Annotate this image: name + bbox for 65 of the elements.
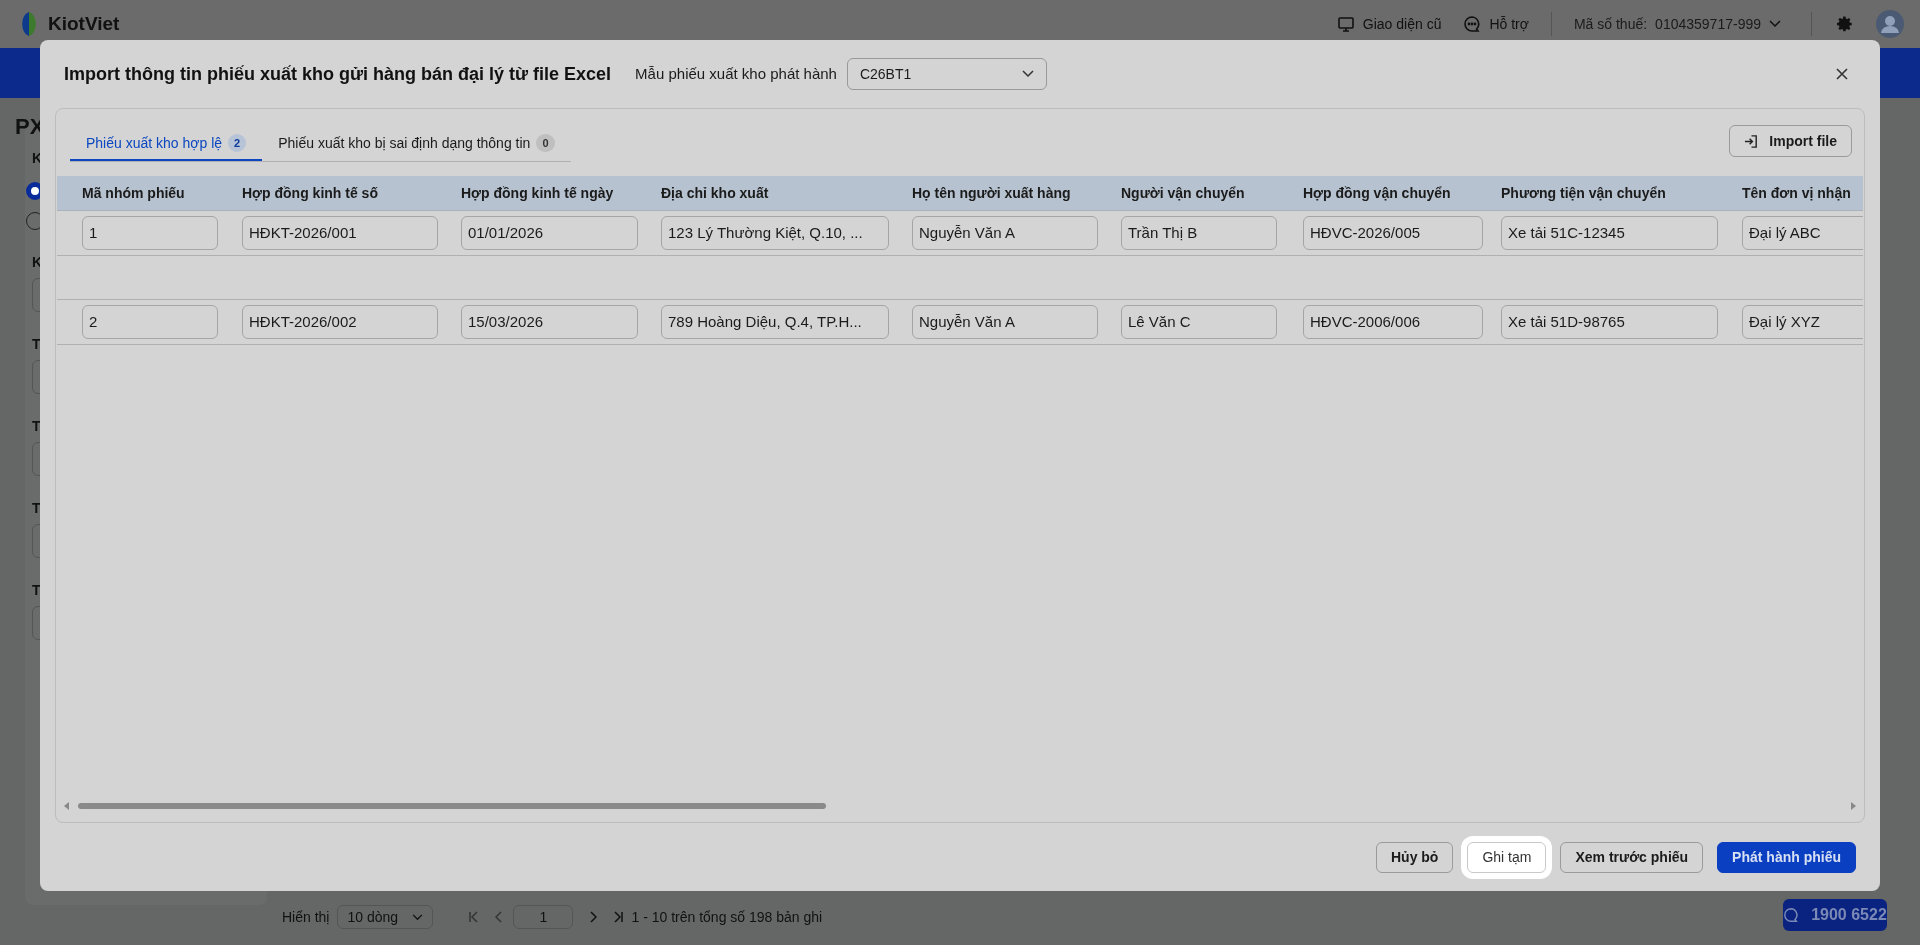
chat-icon [1463, 15, 1482, 33]
column-header: Phương tiện vận chuyển [1501, 185, 1666, 201]
settings-icon[interactable] [1836, 15, 1854, 33]
table-input[interactable]: HĐKT-2026/001 [242, 216, 438, 250]
table-input[interactable]: HĐKT-2026/002 [242, 305, 438, 339]
chevron-icon [1769, 20, 1781, 28]
table-input[interactable]: HĐVC-2006/006 [1303, 305, 1483, 339]
table-input[interactable]: Xe tải 51D-98765 [1501, 305, 1718, 339]
table-input[interactable]: 1 [82, 216, 218, 250]
scroll-left-icon[interactable] [64, 802, 70, 810]
column-header: Tên đơn vị nhận [1742, 185, 1851, 201]
show-label: Hiển thị [282, 907, 330, 927]
template-label: Mẫu phiếu xuất kho phát hành [635, 63, 837, 84]
template-select[interactable]: C26BT1 [846, 58, 1047, 90]
table-input[interactable]: HĐVC-2026/005 [1303, 216, 1483, 250]
top-link[interactable]: Hỗ trợ [1463, 13, 1529, 35]
dialog-title: Import thông tin phiếu xuất kho gửi hàng bán đại lý từ file Excel [64, 62, 612, 86]
table-input[interactable]: 2 [82, 305, 218, 339]
previous-icon[interactable] [495, 911, 504, 923]
table-input[interactable]: Lê Văn C [1121, 305, 1277, 339]
column-header: Hợp đồng kinh tế số [242, 185, 378, 201]
tab[interactable]: Phiếu xuất kho hợp lệ 2 [70, 127, 263, 161]
table-input[interactable]: Đại lý ABC [1742, 216, 1863, 250]
field-label: T [32, 417, 42, 436]
hotline-button[interactable]: 1900 6522 [1783, 899, 1887, 931]
table-input[interactable]: Nguyễn Văn A [912, 305, 1098, 339]
count-badge: 0 [536, 134, 555, 152]
field-label: T [32, 335, 42, 354]
table-input[interactable]: Trần Thị B [1121, 216, 1277, 250]
column-header: Họ tên người xuất hàng [912, 185, 1071, 201]
monitor-icon [1336, 15, 1355, 33]
tax-label: Mã số thuế: [1573, 14, 1648, 34]
table-input[interactable]: 01/01/2026 [461, 216, 638, 250]
footer-button[interactable]: Hủy bỏ [1375, 841, 1454, 873]
column-header: Người vận chuyển [1121, 185, 1245, 201]
tab[interactable]: Phiếu xuất kho bị sai định dạng thông tin 0 [262, 127, 571, 161]
footer-button[interactable]: Xem trước phiếu [1560, 841, 1704, 873]
chat-icon [1783, 907, 1800, 923]
field-label: T [32, 499, 42, 518]
table-input[interactable]: Đại lý XYZ [1742, 305, 1863, 339]
top-link[interactable]: Giao diện cũ [1336, 13, 1442, 35]
import-icon [1744, 133, 1760, 149]
import-file-button[interactable]: Import file [1729, 125, 1852, 157]
column-header: Mã nhóm phiếu [82, 185, 185, 201]
next-icon[interactable] [589, 911, 598, 923]
pagination-summary: 1 - 10 trên tổng số 198 bản ghi [631, 907, 823, 927]
column-header: Hợp đồng kinh tế ngày [461, 185, 614, 201]
table-input[interactable]: Nguyễn Văn A [912, 216, 1098, 250]
first-page-icon[interactable] [469, 911, 480, 923]
table-input[interactable]: 789 Hoàng Diệu, Q.4, TP.H... [661, 305, 889, 339]
table-input[interactable]: Xe tải 51C-12345 [1501, 216, 1718, 250]
table-input[interactable]: 123 Lý Thường Kiệt, Q.10, ... [661, 216, 889, 250]
field-label: T [32, 581, 42, 600]
footer-button[interactable]: Phát hành phiếu [1717, 841, 1856, 873]
table-input[interactable]: 15/03/2026 [461, 305, 638, 339]
logo-text: KiotViet [48, 11, 120, 36]
avatar-icon[interactable] [1876, 10, 1904, 38]
chevron-icon [1021, 70, 1034, 78]
column-header: Hợp đồng vận chuyển [1303, 185, 1451, 201]
close-icon[interactable] [1836, 68, 1848, 80]
scroll-right-icon[interactable] [1850, 802, 1856, 810]
chevron-icon [412, 913, 424, 921]
column-header: Địa chỉ kho xuất [661, 185, 769, 201]
last-page-icon[interactable] [613, 911, 624, 923]
count-badge: 2 [228, 134, 247, 152]
